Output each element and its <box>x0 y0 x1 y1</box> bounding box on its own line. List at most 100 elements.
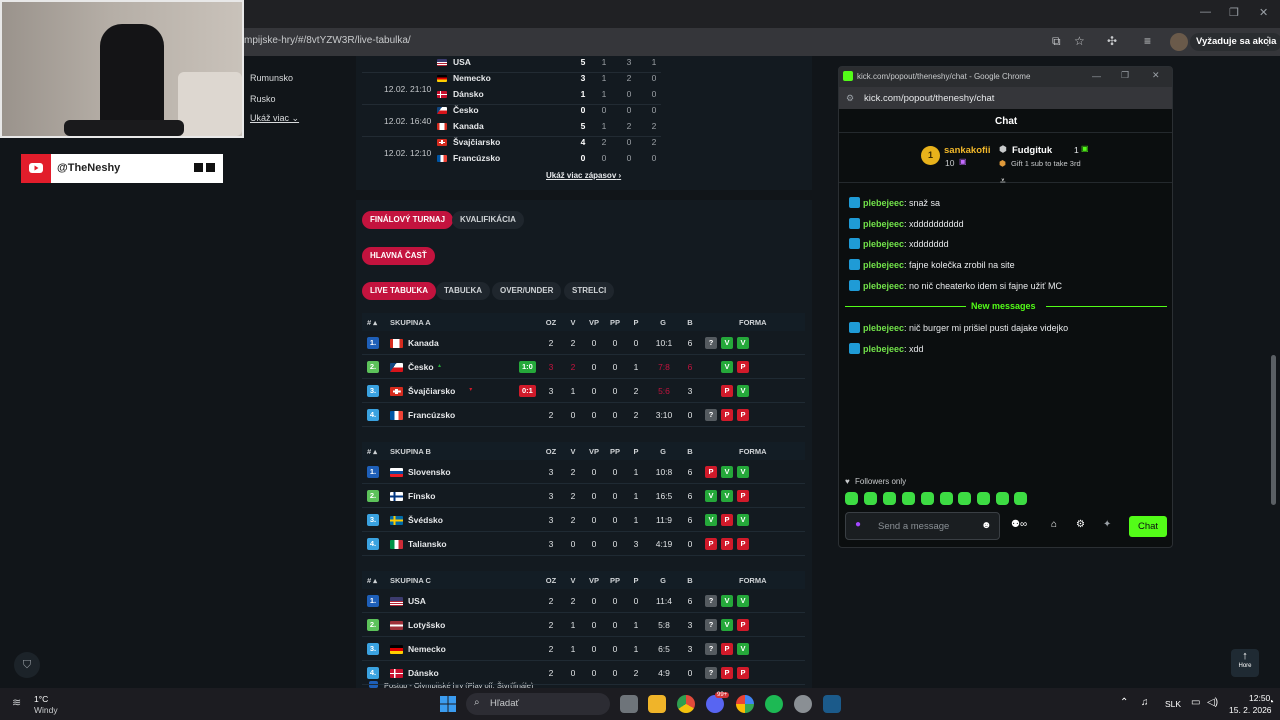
form-badge[interactable]: P <box>721 643 733 655</box>
match-team-name[interactable]: Česko <box>453 105 479 115</box>
kick-minimize-icon[interactable]: — <box>1092 71 1101 81</box>
column-g[interactable]: G <box>655 447 671 456</box>
form-badge[interactable]: V <box>721 490 733 502</box>
steam-icon[interactable] <box>823 695 841 713</box>
column-v[interactable]: V <box>565 318 581 327</box>
form-badge[interactable]: P <box>721 667 733 679</box>
column-b[interactable]: B <box>682 447 698 456</box>
chat-input-placeholder[interactable]: Send a message <box>878 521 949 532</box>
emote-icon[interactable] <box>883 492 896 505</box>
nav-show-more-link[interactable]: Ukáž viac ⌄ <box>250 113 299 124</box>
minimize-icon[interactable]: — <box>1200 6 1211 18</box>
show-more-matches-link[interactable]: Ukáž viac zápasov › <box>546 171 621 180</box>
match-team-name[interactable]: Švajčiarsko <box>453 137 500 147</box>
column-p[interactable]: P <box>628 576 644 585</box>
team-name[interactable]: Nemecko <box>408 644 446 654</box>
column-oz[interactable]: OZ <box>543 318 559 327</box>
top-gifter-name[interactable]: sankakofii <box>944 145 990 156</box>
microphone-tray-icon[interactable]: ♫ <box>1141 697 1149 708</box>
kick-close-icon[interactable]: ✕ <box>1152 70 1160 81</box>
chat-message[interactable]: plebejeec: xdd <box>849 342 924 354</box>
column-oz[interactable]: OZ <box>543 576 559 585</box>
column-g[interactable]: G <box>655 318 671 327</box>
close-icon[interactable]: ✕ <box>1259 6 1268 19</box>
team-name[interactable]: Švédsko <box>408 515 443 525</box>
spotify-icon[interactable] <box>765 695 783 713</box>
column-pp[interactable]: PP <box>607 318 623 327</box>
column-b[interactable]: B <box>682 576 698 585</box>
collapse-icon[interactable]: ⩡ <box>1000 176 1006 187</box>
form-badge[interactable]: V <box>737 595 749 607</box>
form-badge[interactable]: V <box>737 385 749 397</box>
shield-icon[interactable]: ⛉ <box>14 652 40 678</box>
tab-tabs2-0[interactable]: HLAVNÁ ČASŤ <box>362 247 435 265</box>
weather-temp[interactable]: 1°C <box>34 694 48 704</box>
site-info-icon[interactable]: ⚙ <box>846 93 854 104</box>
url-text[interactable]: mpijske-hry/#/8vtYZW3R/live-tabulka/ <box>244 35 411 46</box>
emote-icon[interactable] <box>921 492 934 505</box>
obs-icon[interactable] <box>794 695 812 713</box>
form-badge[interactable]: P <box>705 538 717 550</box>
form-badge[interactable]: V <box>721 619 733 631</box>
form-badge[interactable]: ? <box>705 595 717 607</box>
emote-icon[interactable] <box>996 492 1009 505</box>
nav-item-rusko[interactable]: Rusko <box>250 94 276 104</box>
form-badge[interactable]: V <box>737 466 749 478</box>
column-p[interactable]: P <box>628 447 644 456</box>
team-name[interactable]: Dánsko <box>408 668 439 678</box>
emote-icon[interactable] <box>845 492 858 505</box>
chat-message[interactable]: plebejeec: no nič cheaterko idem si fajn… <box>849 279 1062 291</box>
gift-sub-button-icon[interactable]: ✦ <box>1103 519 1111 530</box>
chat-message[interactable]: plebejeec: fajne kolečka zrobil na site <box>849 259 1015 271</box>
team-name[interactable]: Fínsko <box>408 491 435 501</box>
chat-username[interactable]: plebejeec <box>863 198 904 208</box>
chrome-icon[interactable] <box>677 695 695 713</box>
tab-tabs1-1[interactable]: KVALIFIKÁCIA <box>452 211 524 229</box>
team-name[interactable]: USA <box>408 596 426 606</box>
match-team-name[interactable]: USA <box>453 57 471 67</box>
column-g[interactable]: G <box>655 576 671 585</box>
form-badge[interactable]: V <box>737 643 749 655</box>
emote-icon[interactable] <box>1014 492 1027 505</box>
match-team-name[interactable]: Francúzsko <box>453 153 500 163</box>
install-icon[interactable]: ⧉ <box>1052 34 1061 49</box>
bookmark-star-icon[interactable]: ☆ <box>1074 34 1085 48</box>
form-badge[interactable]: P <box>737 619 749 631</box>
store-icon[interactable]: ⌂ <box>1051 519 1057 530</box>
sort-hash[interactable]: # ▴ <box>367 576 377 585</box>
column-pp[interactable]: PP <box>607 576 623 585</box>
clock-date[interactable]: 15. 2. 2026 <box>1229 705 1272 715</box>
chat-username[interactable]: plebejeec <box>863 344 904 354</box>
chat-message[interactable]: plebejeec: snaž sa <box>849 197 940 208</box>
menu-icon[interactable]: ⋮ <box>1262 34 1274 48</box>
notifications-bell-icon[interactable]: ◔ <box>1268 697 1274 708</box>
match-team-name[interactable]: Nemecko <box>453 73 491 83</box>
form-badge[interactable]: V <box>721 595 733 607</box>
emoji-icon[interactable]: ☻ <box>981 520 992 531</box>
form-badge[interactable]: V <box>737 514 749 526</box>
search-placeholder[interactable]: Hľadať <box>490 698 519 709</box>
column-v[interactable]: V <box>565 576 581 585</box>
form-badge[interactable]: ? <box>705 667 717 679</box>
form-badge[interactable]: P <box>737 667 749 679</box>
form-badge[interactable]: P <box>721 385 733 397</box>
form-badge[interactable]: V <box>705 490 717 502</box>
extensions-icon[interactable]: ✣ <box>1107 34 1117 48</box>
form-badge[interactable]: V <box>721 361 733 373</box>
chat-username[interactable]: plebejeec <box>863 323 904 333</box>
form-badge[interactable]: P <box>721 409 733 421</box>
emote-icon[interactable] <box>902 492 915 505</box>
form-badge[interactable]: P <box>737 490 749 502</box>
match-team-name[interactable]: Kanada <box>453 121 484 131</box>
form-badge[interactable]: ? <box>705 619 717 631</box>
weather-desc[interactable]: Windy <box>34 705 58 715</box>
settings-icon[interactable]: ⚙ <box>1076 519 1085 530</box>
chat-username[interactable]: plebejeec <box>863 239 904 249</box>
scroll-top-button[interactable]: ↑ Hore <box>1231 649 1259 677</box>
team-name[interactable]: Kanada <box>408 338 439 348</box>
form-badge[interactable]: ? <box>705 337 717 349</box>
team-name[interactable]: Švajčiarsko <box>408 386 455 396</box>
team-name[interactable]: Francúzsko <box>408 410 455 420</box>
windows-start-icon[interactable] <box>440 696 456 712</box>
taskbar-search[interactable] <box>466 693 610 715</box>
